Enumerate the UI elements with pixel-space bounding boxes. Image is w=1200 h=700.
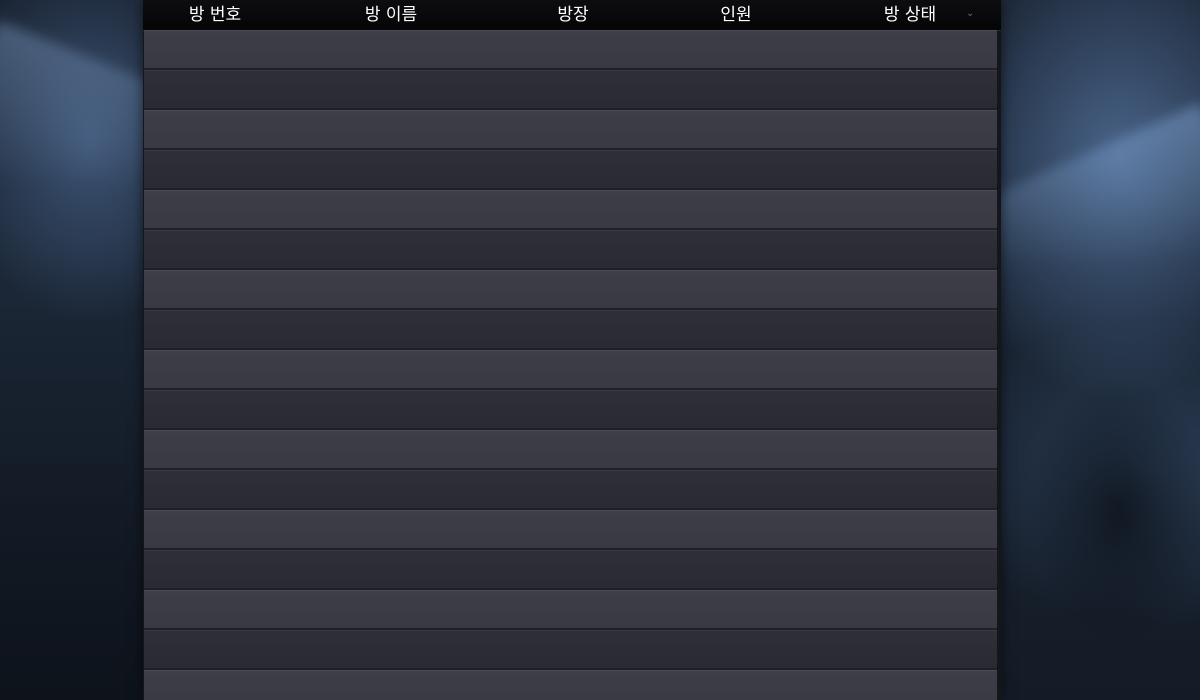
chevron-down-icon[interactable]: ⌄ [966,8,974,19]
room-row[interactable] [144,30,997,70]
room-row[interactable] [144,110,997,150]
room-list-header: 방 번호 방 이름 방장 인원 방 상태 ⌄ [143,0,1001,31]
room-row[interactable] [144,150,997,190]
column-header-players[interactable]: 인원 [720,5,751,25]
room-row[interactable] [144,550,997,590]
column-header-room-number[interactable]: 방 번호 [189,5,241,25]
room-row[interactable] [144,430,997,470]
column-header-host[interactable]: 방장 [557,5,588,25]
room-row[interactable] [144,510,997,550]
room-row[interactable] [144,190,997,230]
room-row[interactable] [144,350,997,390]
room-row[interactable] [144,590,997,630]
column-header-room-name[interactable]: 방 이름 [365,5,417,25]
room-row[interactable] [144,270,997,310]
room-row[interactable] [144,230,997,270]
room-row[interactable] [144,310,997,350]
room-row[interactable] [144,670,997,700]
ground-shadow [0,300,145,700]
room-row[interactable] [144,390,997,430]
room-row[interactable] [144,70,997,110]
room-list-rows [144,30,997,700]
room-list-panel: 방 번호 방 이름 방장 인원 방 상태 ⌄ [143,0,1001,700]
column-header-room-status[interactable]: 방 상태 [884,5,936,25]
game-background: 방 번호 방 이름 방장 인원 방 상태 ⌄ [0,0,1200,700]
room-row[interactable] [144,630,997,670]
room-row[interactable] [144,470,997,510]
tree-silhouette [1000,350,1200,700]
